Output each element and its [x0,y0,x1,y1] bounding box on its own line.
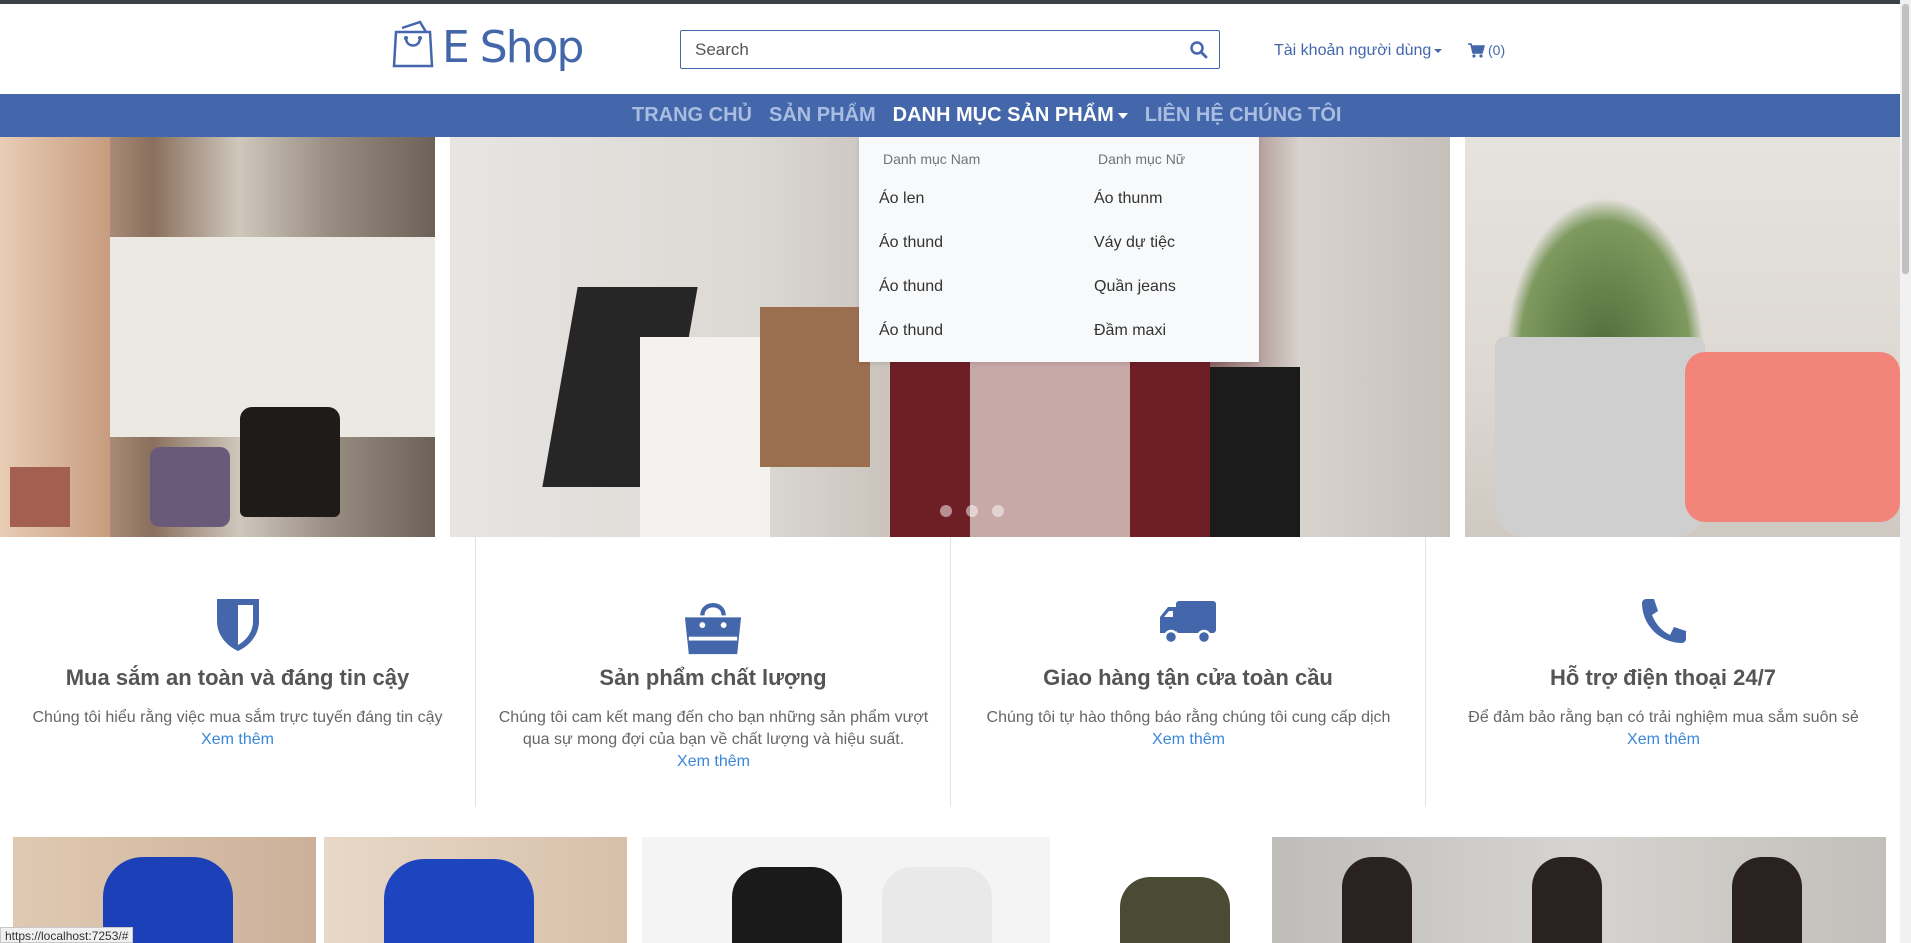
feature-title: Mua sắm an toàn và đáng tin cậy [65,665,410,690]
search-box [680,30,1220,69]
logo[interactable]: E Shop [392,18,584,78]
shopping-bag-icon [683,597,743,657]
feature-description: Để đảm bảo rằng bạn có trải nghiệm mua s… [1446,707,1881,751]
chevron-down-icon [1434,48,1443,53]
nav-contact[interactable]: LIÊN HỆ CHÚNG TÔI [1145,104,1342,127]
product-images-row [0,837,1911,943]
product-image[interactable] [324,837,627,943]
blue-tshirt-shape [384,859,534,943]
truck-icon [1158,597,1218,657]
black-bag-shape [240,407,340,517]
feature-title: Sản phẩm chất lượng [599,665,827,690]
nav-products[interactable]: SẢN PHẨM [769,104,876,127]
search-input[interactable] [681,31,1171,68]
browser-status-url: https://localhost:7253/# [0,927,134,943]
account-label: Tài khoản người dùng [1274,42,1432,59]
boots-shape [10,467,70,527]
carousel-dot[interactable] [992,505,1004,517]
dropdown-item-women[interactable]: Áo thunm [1094,190,1162,208]
banner-right-image [1465,137,1900,537]
carousel-dot[interactable] [940,505,952,517]
read-more-link[interactable]: Xem thêm [1446,729,1881,751]
feature-description: Chúng tôi cam kết mang đến cho bạn những… [496,707,931,773]
shield-icon [208,597,268,657]
feature-title: Hỗ trợ điện thoại 24/7 [1550,665,1776,690]
shopping-bag-logo-icon [392,20,434,68]
dropdown-item-women[interactable]: Quần jeans [1094,278,1176,296]
man-figure-shape [1342,857,1412,943]
facial-wipes-pack-shape [1685,352,1900,522]
account-dropdown[interactable]: Tài khoản người dùng [1274,42,1443,60]
main-nav: TRANG CHỦ SẢN PHẨM DANH MỤC SẢN PHẨM LIÊ… [0,94,1900,137]
site-header: E Shop Tài khoản người dùng (0) [0,4,1900,94]
cart-count: (0) [1488,42,1506,58]
read-more-link[interactable]: Xem thêm [971,729,1406,751]
feature-text: Để đảm bảo rằng bạn có trải nghiệm mua s… [1468,709,1859,726]
feature-title: Giao hàng tận cửa toàn cầu [1043,665,1333,690]
dropdown-item-women[interactable]: Váy dự tiệc [1094,234,1175,252]
man-figure-shape [1532,857,1602,943]
feature-card: Giao hàng tận cửa toàn cầu Chúng tôi tự … [950,537,1425,807]
search-icon[interactable] [1189,40,1209,60]
women-category-header: Danh mục Nữ [1098,151,1186,167]
dropdown-item-women[interactable]: Đầm maxi [1094,322,1166,340]
feature-card: Hỗ trợ điện thoại 24/7 Để đảm bảo rằng b… [1425,537,1900,807]
dropdown-item-men[interactable]: Áo thund [879,234,943,252]
white-blazer-shape [882,867,992,943]
phone-icon [1633,597,1693,657]
nav-categories[interactable]: DANH MỤC SẢN PHẨM [893,104,1128,127]
feature-text: Chúng tôi tự hào thông báo rằng chúng tô… [986,709,1391,726]
product-image[interactable] [642,837,1050,943]
white-shopping-bag-shape [640,337,770,537]
feature-description: Chúng tôi tự hào thông báo rằng chúng tô… [971,707,1406,751]
dropdown-item-men[interactable]: Áo thund [879,322,943,340]
read-more-link[interactable]: Xem thêm [496,751,931,773]
cart-icon [1468,42,1485,58]
dropdown-item-men[interactable]: Áo thund [879,278,943,296]
product-image[interactable] [1050,837,1270,943]
feature-card: Sản phẩm chất lượng Chúng tôi cam kết ma… [475,537,950,807]
categories-dropdown-menu: Danh mục Nam Áo len Áo thund Áo thund Áo… [859,137,1259,362]
black-blazer-shape [732,867,842,943]
nav-categories-label: DANH MỤC SẢN PHẨM [892,104,1114,126]
feature-description: Chúng tôi hiểu rằng việc mua sắm trực tu… [20,707,455,751]
chevron-down-icon [1117,112,1128,119]
page-scrollbar[interactable] [1900,0,1911,943]
carousel-indicators [940,505,1004,517]
purple-bag-shape [150,447,230,527]
nav-home[interactable]: TRANG CHỦ [632,104,752,127]
banner-left-image [0,137,435,537]
man-figure-shape [1732,857,1802,943]
dropdown-item-men[interactable]: Áo len [879,190,924,208]
features-section: Mua sắm an toàn và đáng tin cậy Chúng tô… [0,537,1900,837]
scrollbar-thumb[interactable] [1902,4,1909,274]
plant-pot-shape [1495,337,1705,537]
product-image[interactable] [1272,837,1886,943]
read-more-link[interactable]: Xem thêm [20,729,455,751]
cart-button[interactable]: (0) [1468,42,1505,58]
feature-card: Mua sắm an toàn và đáng tin cậy Chúng tô… [0,537,475,807]
plant-leaves-shape [1505,197,1705,357]
feature-text: Chúng tôi hiểu rằng việc mua sắm trực tu… [32,709,443,726]
men-category-header: Danh mục Nam [883,151,981,167]
logo-text: E Shop [442,22,584,73]
feature-text: Chúng tôi cam kết mang đến cho bạn những… [498,709,929,748]
carousel-dot[interactable] [966,505,978,517]
green-blazer-shape [1120,877,1230,943]
brown-shopping-bag-shape [760,307,870,467]
